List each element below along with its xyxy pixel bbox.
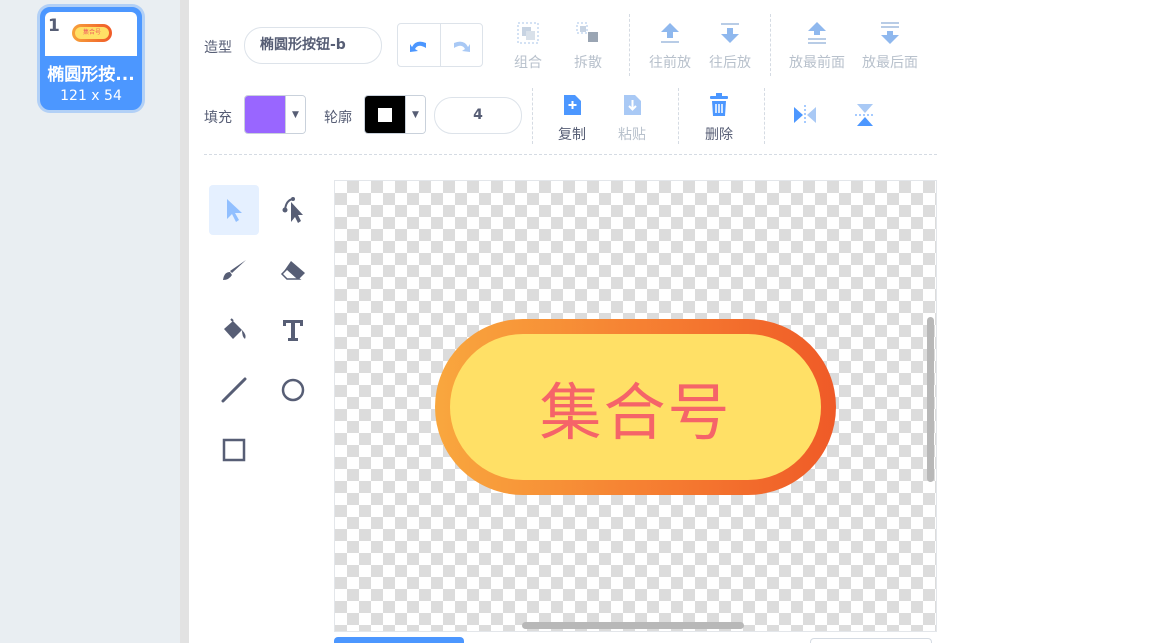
separator bbox=[532, 88, 533, 144]
ungroup-label: 拆散 bbox=[574, 55, 602, 71]
brush-tool-icon bbox=[223, 260, 246, 280]
costume-size: 121 x 54 bbox=[60, 88, 122, 104]
delete-icon bbox=[710, 93, 728, 116]
chevron-down-icon: ▼ bbox=[405, 96, 425, 133]
costume-name: 椭圆形按... bbox=[47, 65, 135, 85]
fill-color-picker[interactable]: ▼ bbox=[244, 95, 306, 134]
circle-tool[interactable] bbox=[268, 365, 318, 415]
eraser-tool-icon bbox=[280, 261, 305, 280]
backward-label: 往后放 bbox=[709, 55, 751, 71]
front-icon bbox=[808, 22, 826, 44]
costume-item[interactable]: 集合号 1 椭圆形按... 121 x 54 bbox=[40, 7, 142, 110]
flip-horizontal-button[interactable] bbox=[775, 100, 835, 130]
forward-icon bbox=[661, 23, 679, 43]
pane-divider bbox=[180, 0, 189, 643]
select-tool[interactable] bbox=[209, 185, 259, 235]
flip-vertical-button[interactable] bbox=[835, 100, 895, 130]
delete-label: 删除 bbox=[705, 127, 733, 143]
costume-name-input[interactable]: 椭圆形按钮-b bbox=[244, 27, 382, 64]
flip-vertical-icon bbox=[855, 104, 875, 126]
line-tool[interactable] bbox=[209, 365, 259, 415]
backward-icon bbox=[721, 23, 739, 43]
paste-button[interactable]: 粘贴 bbox=[602, 90, 662, 144]
rectangle-tool[interactable] bbox=[209, 425, 259, 475]
select-tool-icon bbox=[227, 199, 242, 222]
group-button[interactable]: 组合 bbox=[498, 18, 558, 72]
forward-label: 往前放 bbox=[649, 55, 691, 71]
brush-tool[interactable] bbox=[209, 245, 259, 295]
undo-button[interactable] bbox=[398, 24, 440, 66]
group-label: 组合 bbox=[514, 55, 542, 71]
backward-button[interactable]: 往后放 bbox=[700, 18, 760, 72]
costume-thumbnail-text: 集合号 bbox=[75, 27, 109, 39]
reshape-tool-icon bbox=[282, 197, 303, 223]
copy-label: 复制 bbox=[558, 127, 586, 143]
group-icon bbox=[517, 22, 539, 44]
ellipse-button-inner: 集合号 bbox=[450, 334, 821, 480]
costume-thumbnail-shape: 集合号 bbox=[72, 24, 112, 42]
outline-label: 轮廓 bbox=[324, 110, 352, 126]
front-label: 放最前面 bbox=[789, 55, 845, 71]
reshape-tool[interactable] bbox=[268, 185, 318, 235]
fill-label: 填充 bbox=[204, 110, 232, 126]
line-tool-icon bbox=[221, 377, 247, 403]
button-shape-text: 集合号 bbox=[539, 376, 732, 449]
ungroup-icon bbox=[576, 22, 598, 42]
ellipse-button-shape[interactable]: 集合号 bbox=[435, 319, 836, 495]
fill-tool-icon bbox=[224, 318, 246, 339]
bring-to-front-button[interactable]: 放最前面 bbox=[786, 18, 848, 72]
separator bbox=[770, 14, 771, 76]
outline-color-swatch bbox=[365, 96, 405, 133]
convert-mode-button[interactable] bbox=[334, 637, 464, 643]
undo-icon bbox=[409, 41, 426, 52]
paste-label: 粘贴 bbox=[618, 127, 646, 143]
back-icon bbox=[881, 22, 899, 44]
eraser-tool[interactable] bbox=[268, 245, 318, 295]
circle-tool-icon bbox=[281, 378, 305, 402]
chevron-down-icon: ▼ bbox=[285, 96, 305, 133]
outline-width-input[interactable]: 4 bbox=[434, 97, 522, 134]
zoom-controls[interactable] bbox=[810, 638, 932, 643]
forward-button[interactable]: 往前放 bbox=[640, 18, 700, 72]
redo-icon bbox=[454, 41, 471, 52]
toolbar-divider bbox=[204, 154, 937, 155]
separator bbox=[764, 88, 765, 144]
paint-canvas[interactable]: 集合号 bbox=[334, 180, 937, 632]
costume-number: 1 bbox=[48, 16, 60, 36]
flip-horizontal-icon bbox=[794, 105, 816, 125]
paste-icon bbox=[624, 95, 641, 115]
copy-button[interactable]: 复制 bbox=[542, 90, 602, 144]
separator bbox=[678, 88, 679, 144]
redo-button[interactable] bbox=[439, 24, 482, 66]
undo-redo-group bbox=[397, 23, 483, 67]
horizontal-scrollbar[interactable] bbox=[522, 622, 744, 629]
ungroup-button[interactable]: 拆散 bbox=[558, 18, 618, 72]
delete-button[interactable]: 删除 bbox=[689, 90, 749, 144]
fill-color-swatch bbox=[245, 96, 285, 133]
text-tool-icon bbox=[283, 320, 303, 341]
rectangle-tool-icon bbox=[222, 438, 246, 462]
separator bbox=[629, 14, 630, 76]
outline-color-picker[interactable]: ▼ bbox=[364, 95, 426, 134]
costume-label: 造型 bbox=[204, 40, 232, 56]
text-tool[interactable] bbox=[268, 305, 318, 355]
back-label: 放最后面 bbox=[862, 55, 918, 71]
copy-icon bbox=[564, 95, 581, 115]
send-to-back-button[interactable]: 放最后面 bbox=[858, 18, 922, 72]
fill-tool[interactable] bbox=[209, 305, 259, 355]
vertical-scrollbar[interactable] bbox=[927, 317, 934, 482]
